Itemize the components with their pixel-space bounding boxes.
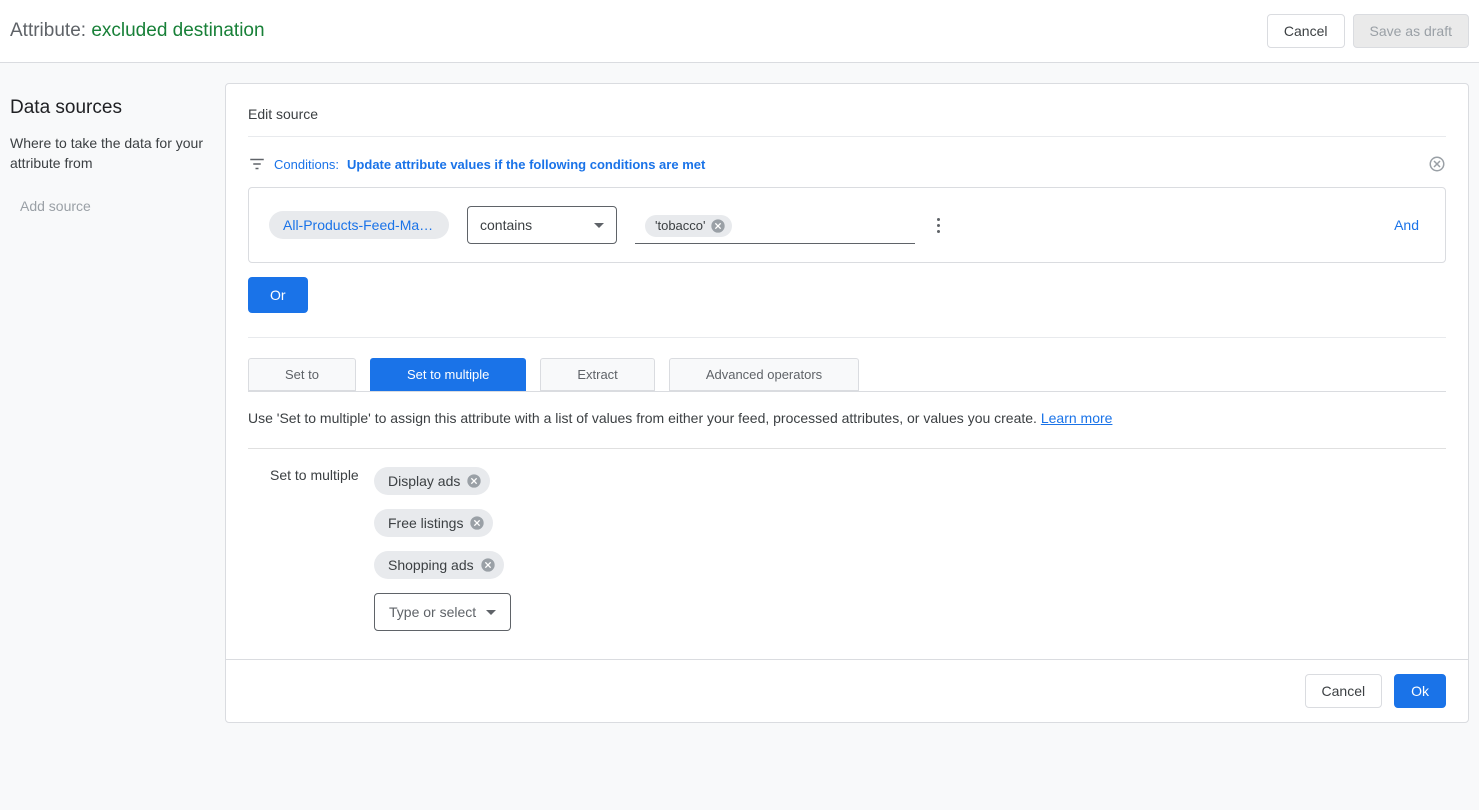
condition-value-text: 'tobacco' [655,218,706,233]
condition-operator-value: contains [480,217,532,233]
multi-value-chip[interactable]: Display ads [374,467,490,495]
learn-more-link[interactable]: Learn more [1041,410,1113,426]
panel-footer: Cancel Ok [226,659,1468,722]
condition-value-input[interactable]: 'tobacco' [635,207,915,244]
set-to-multiple-section: Set to multiple Display ads Free listing… [248,448,1446,659]
sidebar-title: Data sources [10,97,225,119]
cancel-button[interactable]: Cancel [1267,14,1345,48]
conditions-label: Conditions: [274,157,339,172]
condition-operator-select[interactable]: contains [467,206,617,244]
tabs-row: Set to Set to multiple Extract Advanced … [226,358,1468,391]
condition-menu-button[interactable] [933,214,944,237]
condition-row: All-Products-Feed-Magent… contains 'toba… [248,187,1446,263]
close-icon [466,473,482,489]
remove-chip-button[interactable] [480,557,496,573]
close-icon [1428,155,1446,173]
helper-text-content: Use 'Set to multiple' to assign this att… [248,410,1041,426]
edit-source-title: Edit source [226,84,1468,136]
multi-value-chip[interactable]: Free listings [374,509,493,537]
condition-source-chip[interactable]: All-Products-Feed-Magent… [269,211,449,239]
sidebar: Data sources Where to take the data for … [10,63,225,723]
content-area: Data sources Where to take the data for … [0,63,1479,763]
tab-set-to[interactable]: Set to [248,358,356,391]
type-or-select-placeholder: Type or select [389,604,476,620]
attribute-label-prefix: Attribute: [10,20,91,41]
remove-value-button[interactable] [710,218,726,234]
and-button[interactable]: And [1394,217,1419,233]
set-to-multiple-label: Set to multiple [270,467,374,631]
helper-text: Use 'Set to multiple' to assign this att… [226,392,1468,448]
or-button[interactable]: Or [248,277,308,313]
close-conditions-button[interactable] [1428,155,1446,173]
multi-value-text: Shopping ads [388,557,474,573]
remove-chip-button[interactable] [466,473,482,489]
conditions-text: Update attribute values if the following… [347,157,705,172]
close-icon [710,218,726,234]
tab-advanced-operators[interactable]: Advanced operators [669,358,859,391]
panel-ok-button[interactable]: Ok [1394,674,1446,708]
remove-chip-button[interactable] [469,515,485,531]
panel-cancel-button[interactable]: Cancel [1305,674,1383,708]
chevron-down-icon [486,610,496,615]
tab-extract[interactable]: Extract [540,358,654,391]
tab-set-to-multiple[interactable]: Set to multiple [370,358,526,391]
main-panel: Edit source Conditions: Update attribute… [225,83,1469,723]
multi-value-chip[interactable]: Shopping ads [374,551,504,579]
multi-value-text: Free listings [388,515,463,531]
divider [248,337,1446,338]
type-or-select-input[interactable]: Type or select [374,593,511,631]
add-source-link[interactable]: Add source [10,198,225,214]
attribute-name: excluded destination [91,20,264,41]
condition-value-chip[interactable]: 'tobacco' [645,215,732,237]
sidebar-description: Where to take the data for your attribut… [10,133,225,174]
close-icon [469,515,485,531]
close-icon [480,557,496,573]
page-header: Attribute: excluded destination Cancel S… [0,0,1479,63]
attribute-title: Attribute: excluded destination [10,20,265,42]
multi-value-text: Display ads [388,473,460,489]
save-draft-button: Save as draft [1353,14,1470,48]
multi-values-list: Display ads Free listings Shopping ads [374,467,511,631]
header-actions: Cancel Save as draft [1267,14,1469,48]
chevron-down-icon [594,223,604,228]
conditions-header: Conditions: Update attribute values if t… [226,137,1468,187]
filter-icon [248,155,266,173]
